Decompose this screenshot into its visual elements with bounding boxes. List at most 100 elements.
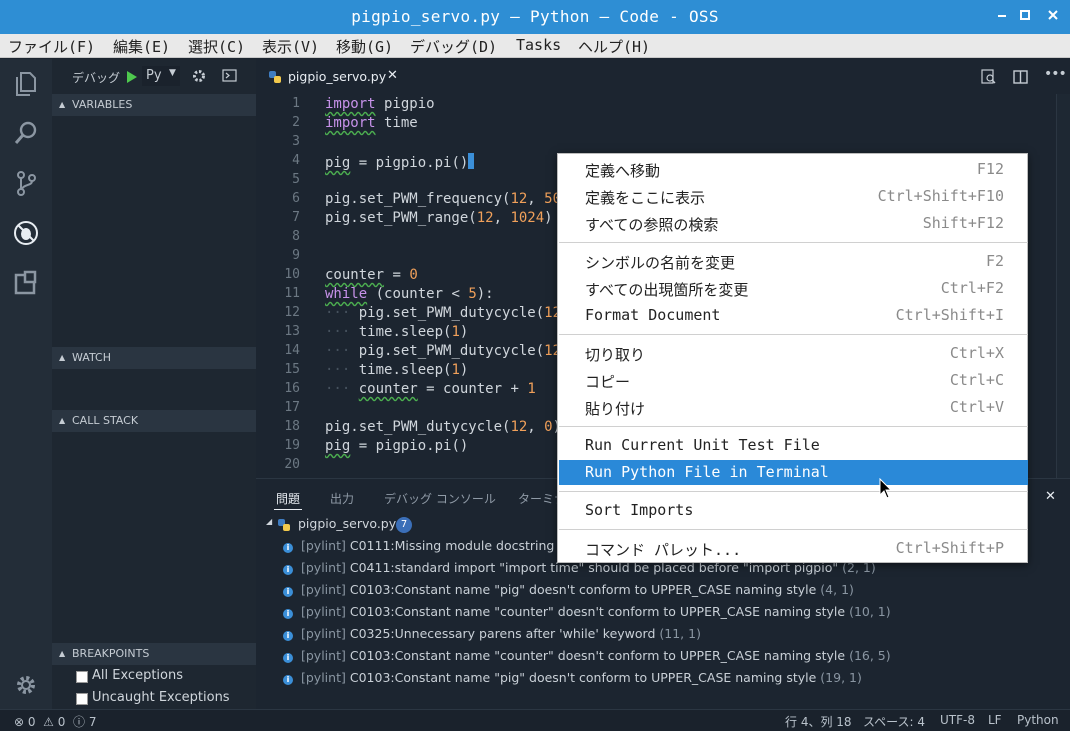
gear-icon[interactable] — [191, 68, 207, 84]
menu-item-shortcut: Ctrl+Shift+I — [895, 306, 1004, 324]
status-cursor-position[interactable]: 行 4、列 18 — [785, 713, 852, 730]
debug-title: デバッグ — [72, 71, 121, 85]
problem-row[interactable]: i [pylint] C0103:Constant name "pig" doesn… — [283, 579, 854, 601]
menu-item-label: シンボルの名前を変更 — [585, 254, 736, 272]
menu-item-label: Format Document — [585, 306, 721, 324]
watch-title: WATCH — [72, 351, 111, 364]
menu-debug[interactable]: デバッグ(D) — [410, 36, 497, 57]
context-menu-item[interactable]: Run Current Unit Test File — [559, 433, 1028, 458]
debug-sidebar: デバッグ Py ▼ ▲ VARIABLES ▲ WATCH ▲ CALL STA… — [52, 59, 256, 709]
info-icon: i — [283, 631, 293, 641]
close-panel-icon[interactable]: ✕ — [1045, 489, 1056, 504]
menu-selection[interactable]: 選択(C) — [188, 36, 245, 57]
tab-filename: pigpio_servo.py — [288, 69, 387, 84]
code-line-10: counter = 0 — [325, 267, 418, 283]
menu-tasks[interactable]: Tasks — [516, 36, 561, 54]
menu-edit[interactable]: 編集(E) — [113, 36, 170, 57]
problem-position: (4, 1) — [820, 582, 854, 597]
info-count: 7 — [88, 715, 97, 729]
minimize-icon — [998, 15, 1006, 17]
menu-separator — [559, 529, 1028, 530]
problem-count-badge: 7 — [396, 517, 412, 533]
context-menu-item[interactable]: Run Python File in Terminal — [559, 460, 1028, 485]
code-line-13: ··· time.sleep(1) — [325, 324, 469, 340]
info-icon: i — [283, 543, 293, 553]
status-eol[interactable]: LF — [988, 713, 1002, 727]
context-menu-item[interactable]: 定義へ移動 F12 — [559, 157, 1028, 182]
status-indentation[interactable]: スペース: 4 — [863, 713, 925, 730]
status-encoding[interactable]: UTF-8 — [940, 713, 975, 727]
menu-view[interactable]: 表示(V) — [262, 36, 319, 57]
context-menu-item[interactable]: 貼り付け Ctrl+V — [559, 395, 1028, 420]
problem-row[interactable]: i [pylint] C0103:Constant name "pig" doesn… — [283, 667, 862, 689]
line-number: 17 — [284, 400, 300, 415]
start-debugging-icon[interactable] — [126, 70, 138, 84]
line-number: 7 — [292, 210, 300, 225]
split-editor-icon[interactable] — [1013, 69, 1029, 85]
problem-source: [pylint] — [301, 670, 346, 685]
variables-section-header[interactable]: ▲ VARIABLES — [52, 94, 256, 116]
problem-source: [pylint] — [301, 538, 346, 553]
menu-item-shortcut: F12 — [976, 160, 1004, 178]
close-tab-icon[interactable]: ✕ — [387, 68, 398, 83]
status-language[interactable]: Python — [1017, 713, 1059, 727]
info-icon: i — [283, 609, 293, 619]
line-number: 16 — [284, 381, 300, 396]
triangle-down-icon: ▲ — [59, 100, 66, 109]
line-number: 11 — [284, 286, 300, 301]
checkbox[interactable] — [76, 693, 88, 705]
problem-message: C0103:Constant name "pig" doesn't confor… — [349, 670, 817, 685]
checkbox[interactable] — [76, 671, 88, 683]
tab-output[interactable]: 出力 — [330, 490, 354, 507]
maximize-button[interactable] — [1014, 6, 1036, 28]
debug-config-select[interactable]: Py ▼ — [142, 66, 180, 86]
menu-item-shortcut: Ctrl+X — [949, 344, 1004, 362]
triangle-down-icon: ▲ — [59, 649, 66, 658]
editor-tab-active[interactable]: pigpio_servo.py ✕ — [256, 59, 408, 94]
info-icon: i — [283, 653, 293, 663]
watch-section-header[interactable]: ▲ WATCH — [52, 347, 256, 369]
callstack-section-header[interactable]: ▲ CALL STACK — [52, 410, 256, 432]
context-menu-item[interactable]: 定義をここに表示 Ctrl+Shift+F10 — [559, 184, 1028, 209]
line-number: 5 — [292, 172, 300, 187]
context-menu-item[interactable]: コマンド パレット... Ctrl+Shift+P — [559, 536, 1028, 561]
context-menu-item[interactable]: すべての出現箇所を変更 Ctrl+F2 — [559, 276, 1028, 301]
extensions-icon[interactable] — [12, 269, 40, 297]
line-number: 12 — [284, 305, 300, 320]
explorer-icon[interactable] — [12, 69, 40, 97]
editor-scrollbar[interactable] — [1056, 94, 1070, 478]
debug-icon[interactable] — [12, 219, 40, 247]
status-problems[interactable]: ⊗ 0 ⚠ 0 ⓘ 7 — [14, 713, 97, 730]
problem-row[interactable]: i [pylint] C0103:Constant name "counter" d… — [283, 601, 891, 623]
problem-row[interactable]: i [pylint] C0103:Constant name "counter" d… — [283, 645, 891, 667]
context-menu-item[interactable]: すべての参照の検索 Shift+F12 — [559, 211, 1028, 236]
tab-problems[interactable]: 問題 — [276, 490, 300, 507]
context-menu-item[interactable]: コピー Ctrl+C — [559, 368, 1028, 393]
menu-item-shortcut: Ctrl+F2 — [940, 279, 1004, 297]
problem-row[interactable]: i [pylint] C0325:Unnecessary parens after … — [283, 623, 701, 645]
minimize-button[interactable] — [992, 6, 1014, 28]
context-menu-item[interactable]: Sort Imports — [559, 498, 1028, 523]
menu-go[interactable]: 移動(G) — [336, 36, 393, 57]
menu-help[interactable]: ヘルプ(H) — [578, 36, 650, 57]
close-window-button[interactable] — [1042, 6, 1064, 28]
line-number: 2 — [292, 115, 300, 130]
open-changes-icon[interactable] — [981, 69, 997, 85]
menu-item-shortcut: Ctrl+Shift+P — [895, 539, 1004, 557]
search-icon[interactable] — [12, 119, 40, 147]
source-control-icon[interactable] — [12, 169, 40, 197]
more-actions-icon[interactable]: ••• — [1044, 66, 1067, 82]
context-menu-item[interactable]: 切り取り Ctrl+X — [559, 341, 1028, 366]
settings-gear-icon[interactable] — [12, 671, 40, 699]
debug-console-icon[interactable] — [222, 69, 238, 83]
tab-debug-console[interactable]: デバッグ コンソール — [384, 490, 496, 507]
context-menu-item[interactable]: Format Document Ctrl+Shift+I — [559, 303, 1028, 328]
menu-file[interactable]: ファイル(F) — [8, 36, 95, 57]
context-menu-item[interactable]: シンボルの名前を変更 F2 — [559, 249, 1028, 274]
breakpoints-section-header[interactable]: ▲ BREAKPOINTS — [52, 643, 256, 665]
code-line-18: pig.set_PWM_dutycycle(12, 0) — [325, 419, 561, 435]
editor-tabs: pigpio_servo.py ✕ ••• — [256, 59, 1070, 94]
line-number: 3 — [292, 134, 300, 149]
menu-item-label: コピー — [585, 373, 631, 391]
problem-row[interactable]: i[pylint]C0111:Missing module docstring(… — [283, 535, 592, 557]
